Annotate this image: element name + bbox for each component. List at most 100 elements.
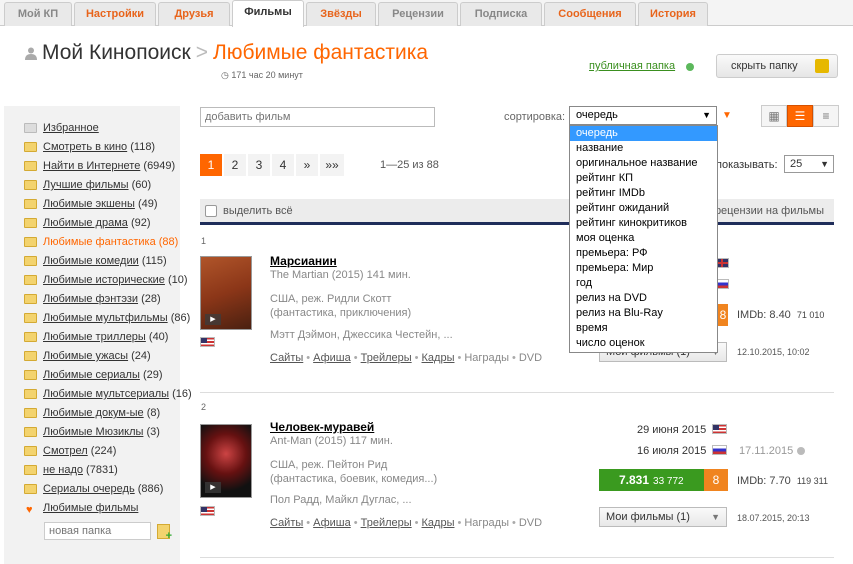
page-link[interactable]: 4	[272, 154, 294, 176]
sort-label: сортировка:	[504, 111, 566, 123]
trailers-link[interactable]: Трейлеры	[361, 517, 412, 529]
film-title[interactable]: Человек-муравей	[270, 420, 374, 434]
film-poster[interactable]: ▶	[200, 256, 252, 330]
page-link[interactable]: 2	[224, 154, 246, 176]
film-details: США, реж. Пейтон Рид (фантастика, боевик,…	[270, 459, 438, 485]
folder-icon	[24, 218, 37, 228]
folder-icon	[24, 180, 37, 190]
us-flag-icon	[200, 506, 215, 516]
page-title: Мой Кинопоиск > Любимые фантастика	[42, 41, 428, 65]
dvd-link[interactable]: DVD	[519, 517, 542, 529]
chevron-down-icon: ▼	[820, 159, 829, 169]
chevron-down-icon: ▼	[711, 512, 720, 522]
tab-my-kp[interactable]: Мой КП	[4, 2, 72, 26]
folder-icon	[24, 484, 37, 494]
trailers-link[interactable]: Трейлеры	[361, 352, 412, 364]
sort-option[interactable]: год	[570, 276, 717, 291]
sort-option[interactable]: оригинальное название	[570, 156, 717, 171]
view-detailed-list-button[interactable]: ☰	[787, 105, 813, 127]
imdb-rating: IMDb: 7.70 119 311	[737, 475, 829, 487]
sort-option[interactable]: рейтинг кинокритиков	[570, 216, 717, 231]
film-poster[interactable]: ▶	[200, 424, 252, 498]
film-actors: Пол Радд, Майкл Дуглас, ...	[270, 494, 412, 506]
film-original-title: The Martian (2015) 141 мин.	[270, 269, 411, 281]
tab-settings[interactable]: Настройки	[74, 2, 156, 26]
awards-link[interactable]: Награды	[464, 352, 509, 364]
sort-option[interactable]: число оценок	[570, 336, 717, 351]
page-link[interactable]: 1	[200, 154, 222, 176]
sort-direction-icon[interactable]: ▼	[722, 110, 732, 121]
results-range: 1—25 из 88	[380, 159, 439, 171]
add-film-input[interactable]	[200, 107, 435, 127]
dvd-icon	[797, 447, 806, 456]
awards-link[interactable]: Награды	[464, 517, 509, 529]
ru-premiere-date: 16 июля 2015	[637, 445, 707, 457]
sort-option[interactable]: очередь	[570, 126, 717, 141]
row-divider	[200, 392, 834, 393]
stills-link[interactable]: Кадры	[422, 517, 455, 529]
per-page-select[interactable]: 25 ▼	[784, 155, 834, 173]
film-number: 2	[201, 402, 207, 412]
my-films-select[interactable]: Мои фильмы (1)▼	[599, 507, 727, 527]
sort-option[interactable]: премьера: Мир	[570, 261, 717, 276]
tab-history[interactable]: История	[638, 2, 708, 26]
list-header: выделить всё рецензии на фильмы	[200, 199, 834, 225]
tab-films[interactable]: Фильмы	[232, 0, 304, 27]
sites-link[interactable]: Сайты	[270, 352, 303, 364]
current-folder-title: Любимые фантастика	[212, 41, 429, 64]
dvd-link[interactable]: DVD	[519, 352, 542, 364]
folder-icon	[24, 142, 37, 152]
view-compact-list-button[interactable]: ≡	[813, 105, 839, 127]
tab-friends[interactable]: Друзья	[158, 2, 230, 26]
tab-stars[interactable]: Звёзды	[306, 2, 376, 26]
my-rating-badge[interactable]: 8	[718, 304, 728, 326]
select-all-checkbox[interactable]	[205, 205, 217, 217]
sort-option[interactable]: релиз на Blu-Ray	[570, 306, 717, 321]
breadcrumb-root[interactable]: Мой Кинопоиск	[42, 41, 191, 64]
tab-messages[interactable]: Сообщения	[544, 2, 636, 26]
sort-select[interactable]: очередь ▼	[569, 106, 717, 125]
folder-icon	[24, 389, 37, 399]
tab-subscription[interactable]: Подписка	[460, 2, 542, 26]
sort-option[interactable]: моя оценка	[570, 231, 717, 246]
film-original-title: Ant-Man (2015) 117 мин.	[270, 435, 393, 447]
new-folder-input[interactable]	[44, 522, 151, 540]
folder-icon	[24, 275, 37, 285]
sites-link[interactable]: Сайты	[270, 517, 303, 529]
kp-rating-badge: 7.831 33 772	[599, 469, 704, 491]
sort-option[interactable]: рейтинг IMDb	[570, 186, 717, 201]
added-date: 18.07.2015, 20:13	[737, 513, 810, 523]
page-link[interactable]: 3	[248, 154, 270, 176]
added-date: 12.10.2015, 10:02	[737, 347, 810, 357]
last-page-link[interactable]: »»	[320, 154, 344, 176]
folder-icon	[24, 123, 37, 133]
play-trailer-icon[interactable]: ▶	[205, 482, 221, 493]
hide-folder-button[interactable]: скрыть папку	[716, 54, 838, 78]
public-folder-link[interactable]: публичная папка	[589, 60, 675, 72]
sort-dropdown-list: очередь название оригинальное название р…	[569, 125, 718, 353]
stills-link[interactable]: Кадры	[422, 352, 455, 364]
select-all-label[interactable]: выделить всё	[223, 205, 293, 217]
reviews-link[interactable]: рецензии на фильмы	[715, 205, 824, 217]
afisha-link[interactable]: Афиша	[313, 352, 351, 364]
sort-option[interactable]: премьера: РФ	[570, 246, 717, 261]
folder-icon	[24, 332, 37, 342]
folder-icon	[24, 313, 37, 323]
us-flag-icon	[200, 337, 215, 347]
view-grid-button[interactable]: ▦	[761, 105, 787, 127]
next-page-link[interactable]: »	[296, 154, 318, 176]
film-title[interactable]: Марсианин	[270, 254, 337, 268]
row-divider	[200, 557, 834, 558]
sort-option[interactable]: название	[570, 141, 717, 156]
sort-option[interactable]: время	[570, 321, 717, 336]
chevron-down-icon: ▼	[702, 110, 711, 120]
sort-option[interactable]: рейтинг ожиданий	[570, 201, 717, 216]
afisha-link[interactable]: Афиша	[313, 517, 351, 529]
sort-option[interactable]: рейтинг КП	[570, 171, 717, 186]
top-tab-bar: Мой КП Настройки Друзья Фильмы Звёзды Ре…	[0, 0, 853, 27]
play-trailer-icon[interactable]: ▶	[205, 314, 221, 325]
add-folder-icon[interactable]	[157, 524, 172, 542]
tab-reviews[interactable]: Рецензии	[378, 2, 458, 26]
sort-option[interactable]: релиз на DVD	[570, 291, 717, 306]
my-rating-badge[interactable]: 8	[704, 469, 728, 491]
